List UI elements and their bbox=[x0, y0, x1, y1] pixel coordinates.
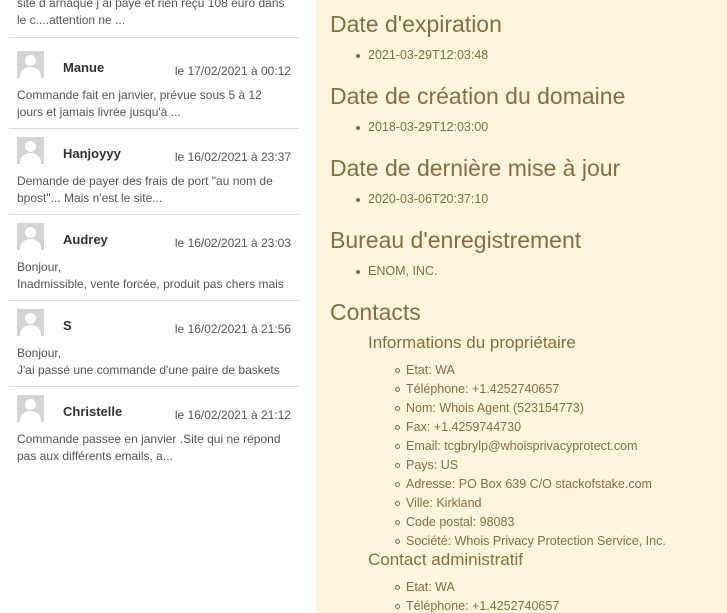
contacts-heading: Contacts bbox=[330, 299, 421, 325]
avatar-icon bbox=[17, 51, 44, 78]
admin-contact-list: Etat: WA Téléphone: +1.4252740657 bbox=[394, 578, 559, 613]
owner-info-item: Adresse: PO Box 639 C/O stackofstake.com bbox=[395, 475, 666, 494]
comment-author: S bbox=[63, 318, 72, 333]
whois-panel: Date d'expiration 2021-03-29T12:03:48 Da… bbox=[316, 0, 727, 613]
updated-heading: Date de dernière mise à jour bbox=[330, 155, 621, 181]
comment-text: Bonjour, Inadmissible, vente forcée, pro… bbox=[17, 259, 297, 293]
owner-info-item: Société: Whois Privacy Protection Servic… bbox=[395, 532, 666, 551]
comment-text-line: Bonjour, bbox=[17, 346, 62, 360]
avatar-icon bbox=[17, 137, 44, 164]
comment-text-line: Commande passee en janvier .Site qui ne … bbox=[17, 432, 281, 446]
comment-item[interactable]: S le 16/02/2021 à 21:56 Bonjour, J'ai pa… bbox=[9, 301, 299, 387]
comment-text-line: Demande de payer des frais de port "au n… bbox=[17, 174, 273, 188]
comment-text-line: Commande fait en janvier, prévue sous 5 … bbox=[17, 88, 262, 102]
comment-author: Christelle bbox=[63, 404, 123, 419]
comment-text-line: pas aux différents emails, a... bbox=[17, 449, 173, 463]
owner-info-item: Etat: WA bbox=[395, 361, 666, 380]
comment-text: Commande passee en janvier .Site qui ne … bbox=[17, 431, 297, 465]
comment-date: le 17/02/2021 à 00:12 bbox=[174, 64, 291, 78]
comment-author: Hanjoyyy bbox=[63, 146, 121, 161]
comment-item[interactable]: Hanjoyyy le 16/02/2021 à 23:37 Demande d… bbox=[9, 129, 299, 215]
expiration-heading: Date d'expiration bbox=[330, 11, 502, 37]
comment-text-line: Inadmissible, vente forcée, produit pas … bbox=[17, 277, 284, 291]
comment-text-line: J'ai passé une commande d'une paire de b… bbox=[17, 363, 280, 377]
comment-author: Manue bbox=[63, 60, 105, 75]
comment-date: le 16/02/2021 à 23:03 bbox=[174, 236, 291, 250]
comment-text-line: jours et jamais livrée jusqu'à ... bbox=[17, 105, 181, 119]
comment-text: Bonjour, J'ai passé une commande d'une p… bbox=[17, 345, 297, 379]
owner-info-item: Pays: US bbox=[395, 456, 666, 475]
registrar-value: ENOM, INC. bbox=[355, 264, 438, 278]
creation-value: 2018-03-29T12:03:00 bbox=[355, 120, 489, 134]
comment-item[interactable]: Manue le 17/02/2021 à 00:12 Commande fai… bbox=[9, 43, 299, 129]
owner-info-item: Fax: +1.4259744730 bbox=[395, 418, 666, 437]
updated-value: 2020-03-06T20:37:10 bbox=[355, 192, 489, 206]
comments-list: site d arnaque j ai paye et rien reçu 10… bbox=[9, 0, 299, 613]
avatar-icon bbox=[17, 309, 44, 336]
comment-date: le 16/02/2021 à 21:56 bbox=[174, 322, 291, 336]
owner-info-item: Code postal: 98083 bbox=[395, 513, 666, 532]
avatar-icon bbox=[17, 395, 44, 422]
owner-info-heading: Informations du propriétaire bbox=[368, 333, 576, 352]
owner-info-item: Téléphone: +1.4252740657 bbox=[395, 380, 666, 399]
creation-heading: Date de création du domaine bbox=[330, 83, 626, 109]
comment-text-line: le c....attention ne ... bbox=[17, 13, 126, 27]
owner-info-item: Nom: Whois Agent (523154773) bbox=[395, 399, 666, 418]
expiration-value: 2021-03-29T12:03:48 bbox=[355, 48, 489, 62]
owner-info-item: Ville: Kirkland bbox=[395, 494, 666, 513]
comment-item[interactable]: Christelle le 16/02/2021 à 21:12 Command… bbox=[9, 387, 299, 473]
owner-info-list: Etat: WA Téléphone: +1.4252740657 Nom: W… bbox=[395, 361, 666, 551]
avatar-icon bbox=[17, 223, 44, 250]
comment-snippet[interactable]: site d arnaque j ai paye et rien reçu 10… bbox=[9, 0, 299, 38]
comment-date: le 16/02/2021 à 21:12 bbox=[174, 408, 291, 422]
comment-author: Audrey bbox=[63, 232, 108, 247]
registrar-heading: Bureau d'enregistrement bbox=[330, 227, 582, 253]
comment-text-line: site d arnaque j ai paye et rien reçu 10… bbox=[17, 0, 285, 10]
admin-contact-item: Etat: WA bbox=[394, 578, 559, 597]
comment-date: le 16/02/2021 à 23:37 bbox=[174, 150, 291, 164]
comment-text: Demande de payer des frais de port "au n… bbox=[17, 173, 297, 207]
comment-item[interactable]: Audrey le 16/02/2021 à 23:03 Bonjour, In… bbox=[9, 215, 299, 301]
admin-contact-item: Téléphone: +1.4252740657 bbox=[394, 597, 559, 613]
comment-text-line: bpost"... Mais n'est le site... bbox=[17, 191, 163, 205]
admin-contact-heading: Contact administratif bbox=[368, 550, 523, 569]
comment-text: Commande fait en janvier, prévue sous 5 … bbox=[17, 87, 297, 121]
comment-text-line: Bonjour, bbox=[17, 260, 62, 274]
owner-info-item: Email: tcgbrylp@whoisprivacyprotect.com bbox=[395, 437, 666, 456]
